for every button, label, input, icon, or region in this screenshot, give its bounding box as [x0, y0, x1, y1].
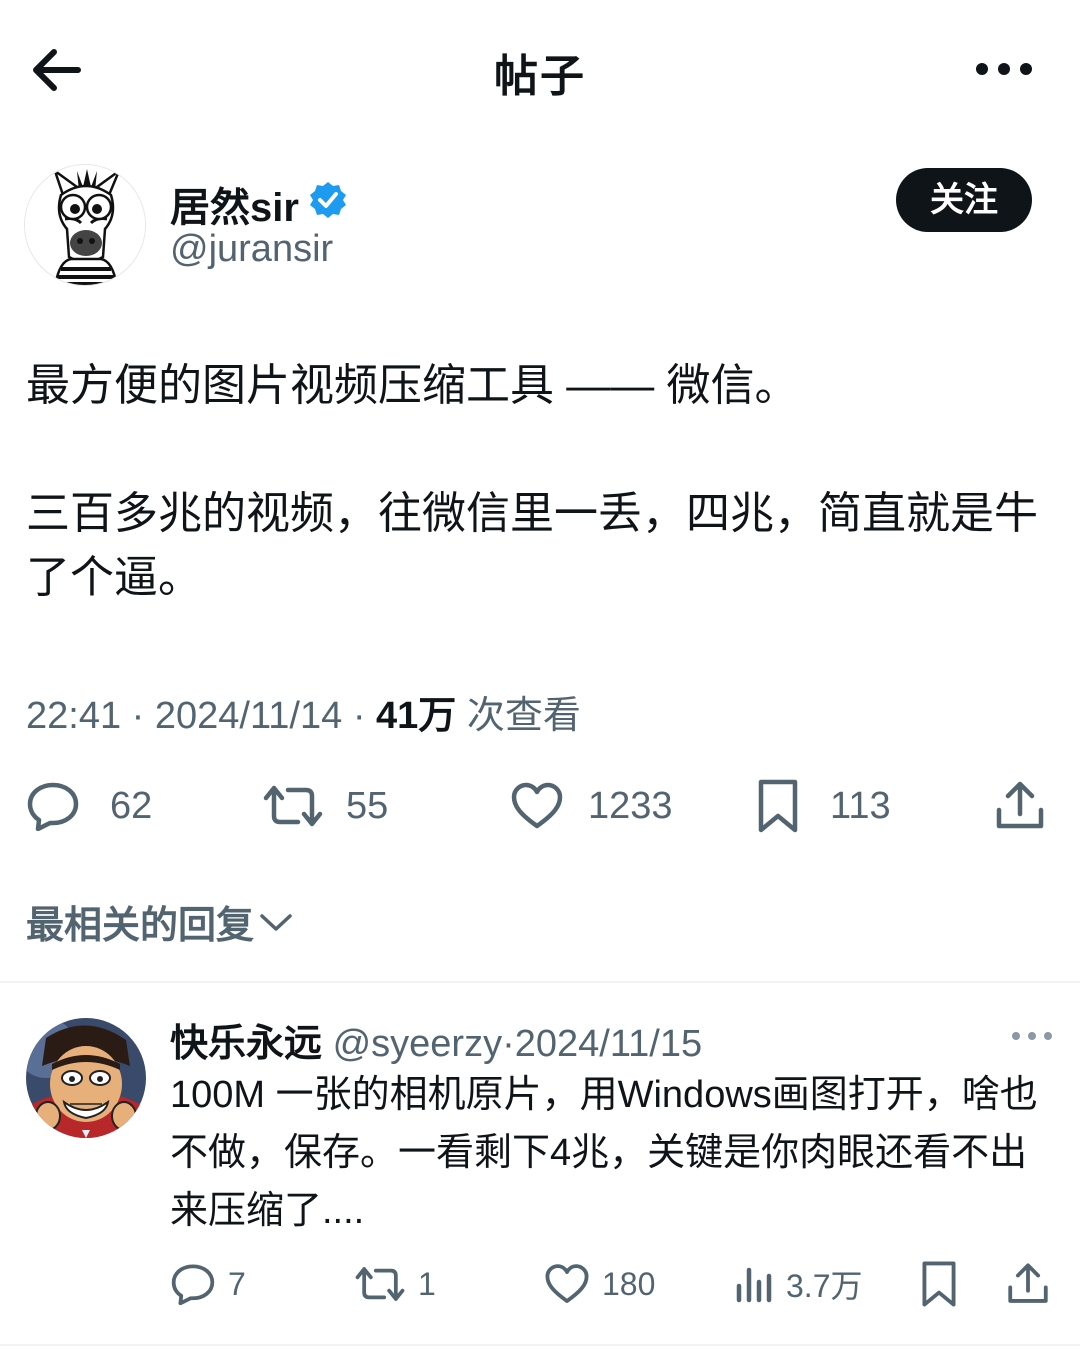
- reply-share-button[interactable]: [1006, 1258, 1050, 1310]
- reply-body: 100M 一张的相机原片，用Windows画图打开，啥也不做，保存。一看剩下4兆…: [170, 1074, 1038, 1232]
- reply-views-count: 3.7万: [786, 1268, 863, 1304]
- reply-icon: [27, 782, 79, 831]
- reply-date[interactable]: 2024/11/15: [515, 1023, 702, 1065]
- repost-count: 55: [346, 784, 389, 827]
- reply-like-count: 180: [602, 1265, 656, 1302]
- repost-button[interactable]: 55: [262, 776, 388, 836]
- reply-button[interactable]: 62: [26, 776, 152, 836]
- share-icon: [1008, 1263, 1048, 1303]
- reply-avatar[interactable]: [26, 1018, 146, 1138]
- author-name[interactable]: 居然sir: [170, 175, 299, 233]
- meta-separator: ·: [131, 695, 145, 737]
- replies-sort-dropdown[interactable]: 最相关的回复: [26, 894, 294, 949]
- repost-icon: [355, 1267, 405, 1301]
- post-meta: 22:41 · 2024/11/14 · 41万 次查看: [26, 684, 581, 739]
- reply-repost-button[interactable]: 1: [354, 1258, 436, 1310]
- cartoon-avatar-icon: [26, 1018, 146, 1138]
- post-time[interactable]: 22:41: [26, 695, 121, 737]
- like-icon: [545, 1264, 589, 1303]
- top-bar: 帖子: [0, 0, 1080, 140]
- verified-icon: [310, 182, 346, 218]
- like-count: 1233: [588, 784, 673, 827]
- reply-reply-button[interactable]: 7: [170, 1258, 246, 1310]
- page-title: 帖子: [494, 52, 586, 101]
- reply-repost-count: 1: [418, 1265, 436, 1302]
- post-date[interactable]: 2024/11/14: [155, 695, 342, 737]
- bookmark-icon: [922, 1261, 956, 1307]
- views-icon: [736, 1267, 772, 1303]
- like-icon: [511, 782, 563, 829]
- reply-author-handle[interactable]: @syeerzy: [333, 1023, 503, 1065]
- follow-button[interactable]: 关注: [896, 168, 1032, 232]
- divider: [0, 1344, 1080, 1346]
- reply-more-button[interactable]: [1010, 1026, 1054, 1046]
- like-button[interactable]: 1233: [510, 776, 673, 836]
- views-count: 41万: [376, 695, 457, 737]
- views-label: 次查看: [466, 695, 581, 737]
- more-options-button[interactable]: [974, 54, 1034, 84]
- repost-icon: [263, 785, 323, 827]
- bookmark-icon: [758, 779, 798, 833]
- reply-views-button[interactable]: 3.7万: [734, 1258, 863, 1310]
- share-button[interactable]: [994, 776, 1046, 836]
- reply-author-name[interactable]: 快乐永远: [170, 1023, 322, 1065]
- more-icon: [1012, 1032, 1052, 1040]
- post-paragraph: 最方便的图片视频压缩工具 —— 微信。: [26, 361, 799, 410]
- bookmark-button[interactable]: 113: [756, 776, 891, 836]
- chevron-down-icon: [260, 913, 292, 931]
- post-body: 最方便的图片视频压缩工具 —— 微信。 三百多兆的视频，往微信里一丢，四兆，简直…: [26, 354, 1060, 610]
- author-handle[interactable]: @juransir: [170, 228, 333, 271]
- post-paragraph: 三百多兆的视频，往微信里一丢，四兆，简直就是牛了个逼。: [26, 489, 1038, 602]
- reply-bookmark-button[interactable]: [920, 1258, 958, 1310]
- divider: [0, 981, 1080, 983]
- reply-header: 快乐永远 @syeerzy·2024/11/15: [170, 1012, 702, 1067]
- reply-reply-count: 7: [228, 1265, 246, 1302]
- reply-icon: [171, 1264, 215, 1305]
- sort-label: 最相关的回复: [26, 905, 255, 947]
- reply-count: 62: [110, 784, 153, 827]
- more-icon: [976, 63, 1032, 75]
- reply-like-button[interactable]: 180: [544, 1258, 655, 1310]
- meta-separator: ·: [352, 695, 366, 737]
- meta-separator: ·: [502, 1023, 515, 1065]
- author-avatar[interactable]: [24, 164, 146, 286]
- share-icon: [996, 781, 1044, 829]
- post-detail-page: 帖子 居然sir @juransir 关注 最方便的图片视频压缩工具 —— 微信…: [0, 0, 1080, 1350]
- zebra-avatar-icon: [25, 165, 145, 285]
- bookmark-count: 113: [830, 784, 891, 827]
